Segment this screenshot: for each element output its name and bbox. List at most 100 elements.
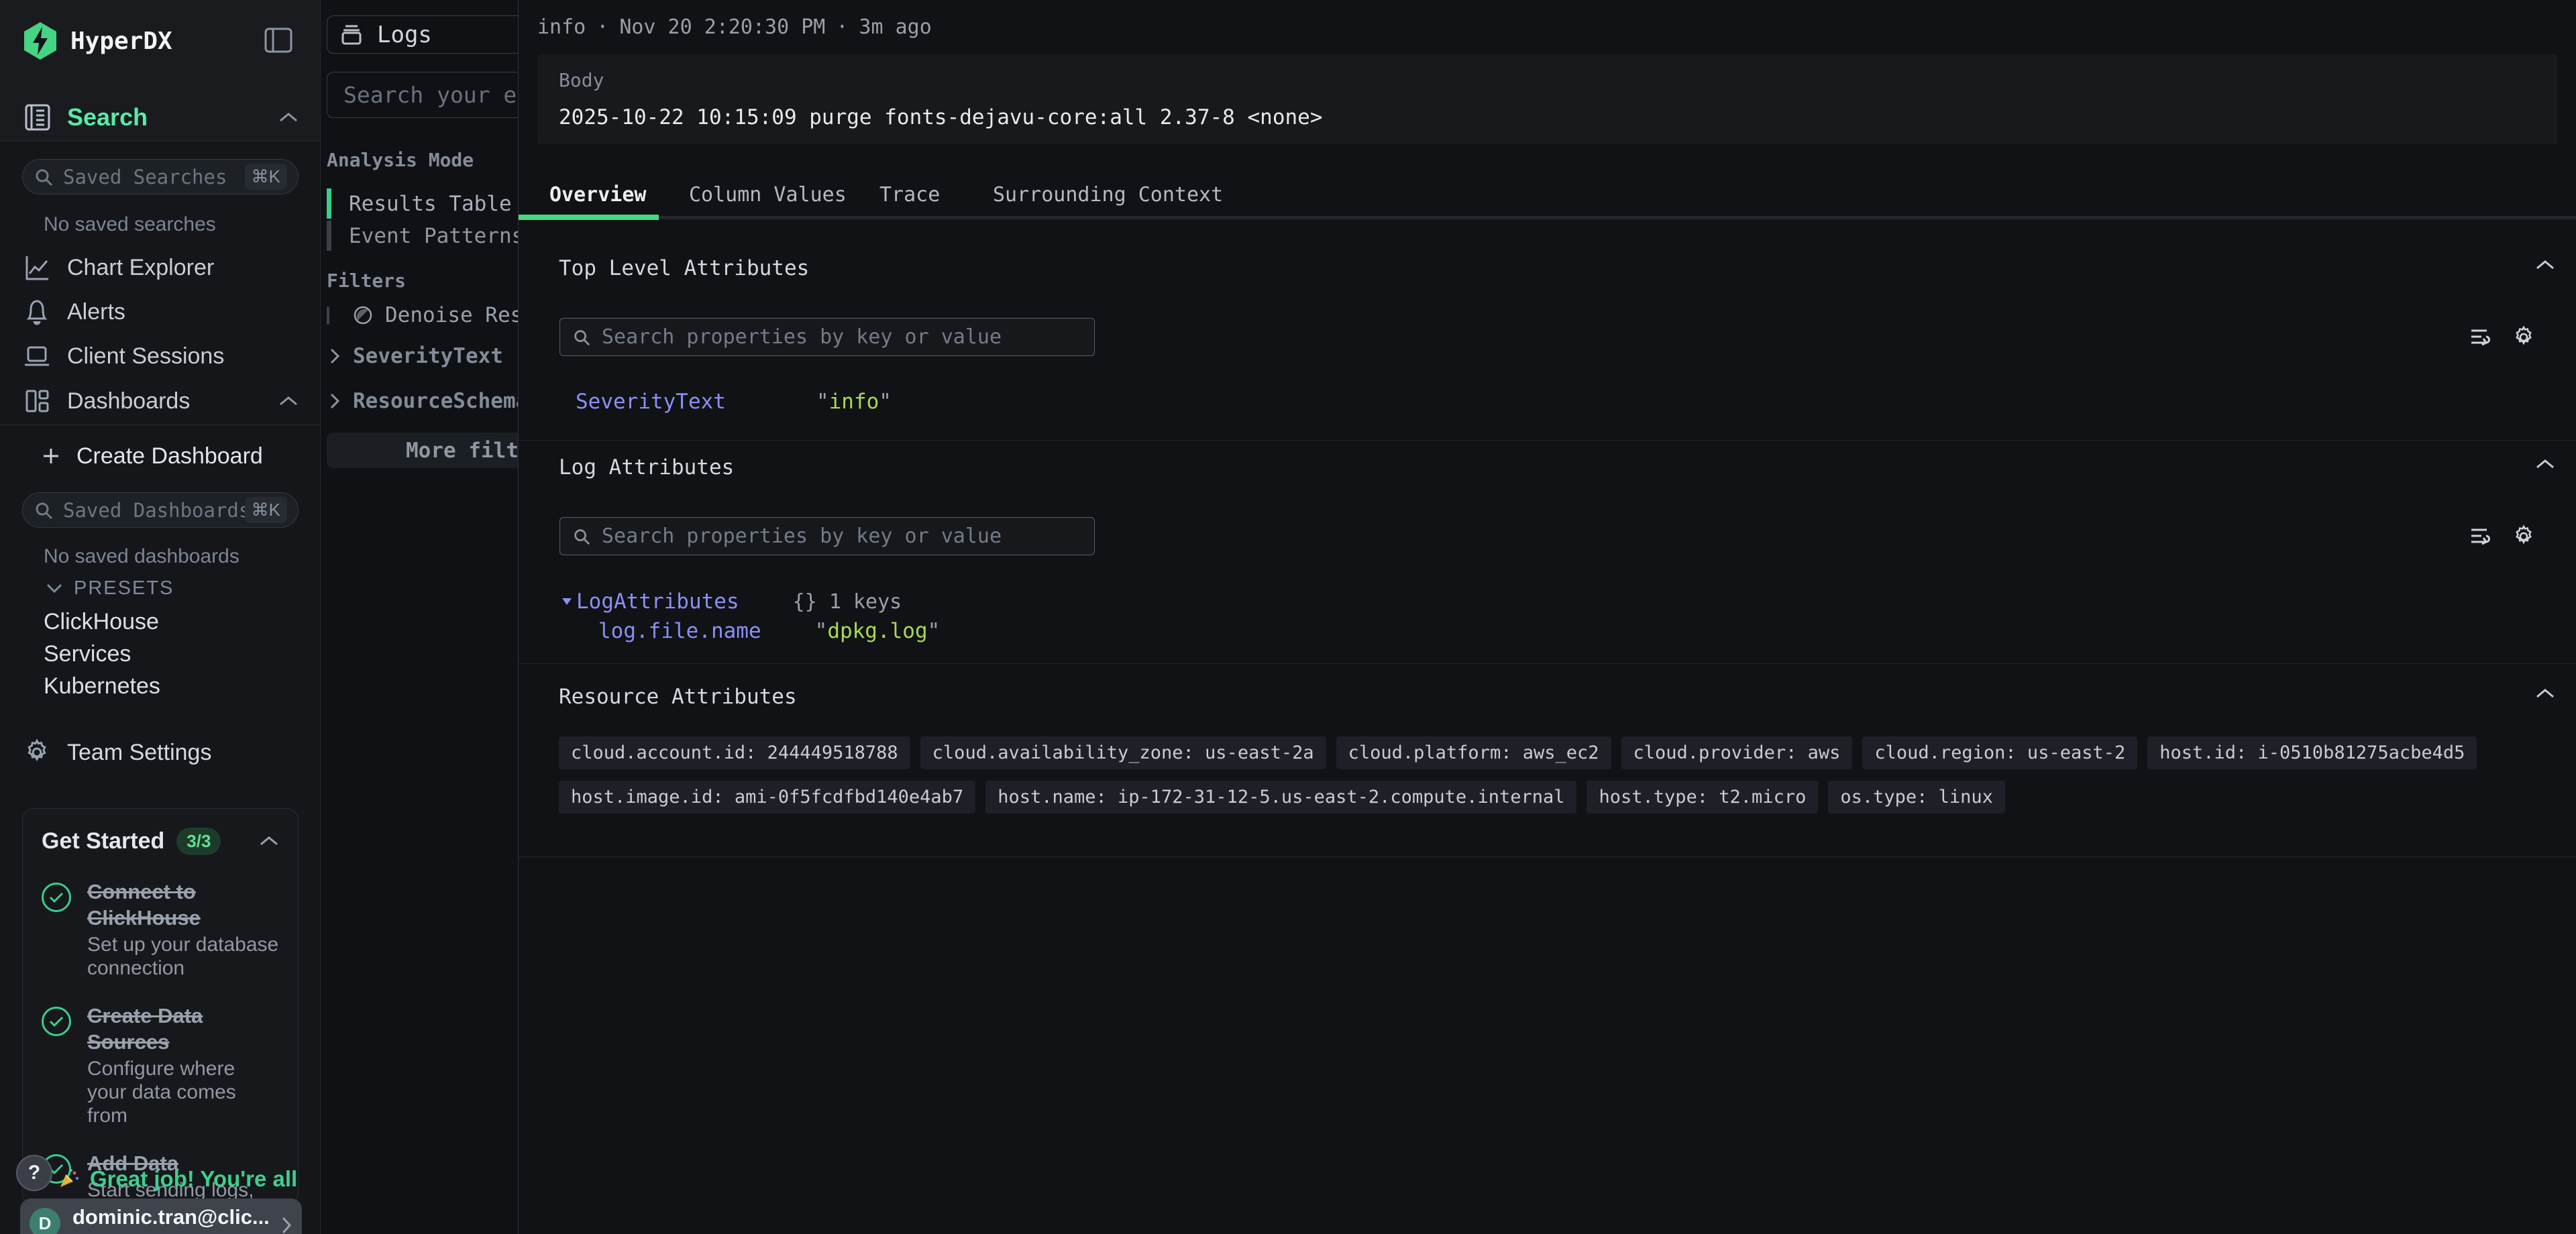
laptop-icon — [22, 341, 52, 371]
analysis-mode-label: Analysis Mode — [327, 149, 474, 171]
dashboards-icon — [22, 386, 52, 416]
attribute-row[interactable]: SeverityText " info " — [576, 388, 892, 416]
search-icon — [34, 167, 54, 187]
preset-item-services[interactable]: Services — [44, 641, 131, 667]
section-title-resource-attributes: Resource Attributes — [559, 685, 797, 709]
chevron-right-icon — [280, 1216, 292, 1234]
congrats-message: Great job! You're all — [56, 1164, 297, 1194]
analysis-mode-results-table[interactable]: Results Table — [327, 188, 518, 219]
presets-toggle[interactable]: PRESETS — [46, 577, 174, 600]
get-started-progress-badge: 3/3 — [176, 828, 221, 855]
step-title: Connect to ClickHouse — [87, 879, 279, 931]
sidebar-collapse-icon[interactable] — [264, 27, 293, 54]
filter-group-severitytext[interactable]: SeverityText — [329, 342, 503, 370]
team-settings-label: Team Settings — [67, 740, 211, 766]
create-dashboard-button[interactable]: Create Dashboard — [42, 441, 263, 471]
create-dashboard-label: Create Dashboard — [76, 443, 263, 469]
prop-search-placeholder: Search properties by key or value — [602, 524, 1002, 548]
resource-tag[interactable]: host.image.id: ami-0f5fcdfbd140e4ab7 — [559, 781, 975, 814]
body-text: 2025-10-22 10:15:09 purge fonts-dejavu-c… — [559, 105, 1322, 129]
analysis-mode-event-patterns[interactable]: Event Patterns — [327, 221, 518, 251]
help-button[interactable]: ? — [16, 1155, 52, 1191]
saved-searches-input[interactable]: Saved Searches ⌘K — [22, 159, 299, 194]
help-label: ? — [28, 1162, 40, 1184]
app-logo[interactable]: HyperDX — [22, 21, 172, 60]
search-filter-panel: Logs Search your events... Analysis Mode… — [321, 0, 518, 1234]
gear-icon[interactable] — [2511, 524, 2536, 549]
sidebar-item-alerts[interactable]: Alerts — [22, 295, 299, 329]
dot-separator: · — [596, 15, 608, 39]
section-title-top-level: Top Level Attributes — [559, 256, 809, 280]
chevron-up-icon[interactable] — [278, 111, 299, 123]
presets-label: PRESETS — [74, 577, 174, 600]
sidebar: HyperDX — [0, 0, 321, 1234]
sidebar-header: HyperDX — [0, 0, 320, 142]
more-filters-button[interactable]: More filters — [327, 433, 518, 468]
chevron-up-icon[interactable] — [2535, 458, 2555, 470]
app-title: HyperDX — [70, 27, 172, 55]
get-started-step-connect[interactable]: Connect to ClickHouse Set up your databa… — [42, 879, 279, 980]
saved-dashboards-input[interactable]: Saved Dashboards ⌘K — [22, 492, 299, 528]
search-page-icon — [22, 102, 53, 133]
chevron-up-icon[interactable] — [259, 835, 279, 847]
events-search-placeholder: Search your events... — [343, 82, 518, 108]
events-search-input[interactable]: Search your events... — [327, 72, 518, 118]
filter-group-resourceschemaurl[interactable]: ResourceSchemaUrl — [329, 387, 518, 415]
tab-column-values[interactable]: Column Values — [689, 181, 847, 209]
preset-item-clickhouse[interactable]: ClickHouse — [44, 609, 159, 635]
attribute-tree-root[interactable]: LogAttributes {} 1 keys — [561, 587, 902, 616]
resource-tag[interactable]: cloud.platform: aws_ec2 — [1336, 736, 1611, 769]
chevron-right-icon — [329, 347, 341, 365]
user-menu[interactable]: D dominic.tran@clic... dominic.tran@clic… — [20, 1198, 302, 1234]
triangle-down-icon[interactable] — [561, 598, 572, 606]
avatar: D — [30, 1208, 60, 1234]
attribute-root-key: LogAttributes — [576, 590, 739, 614]
event-detail-panel: info · Nov 20 2:20:30 PM · 3m ago Body 2… — [518, 0, 2576, 1234]
section-toolbar — [2468, 524, 2536, 549]
chevron-up-icon[interactable] — [2535, 687, 2555, 699]
resource-tag[interactable]: cloud.region: us-east-2 — [1862, 736, 2137, 769]
section-divider — [519, 440, 2576, 441]
gear-icon — [22, 738, 52, 767]
resource-tag[interactable]: host.type: t2.micro — [1587, 781, 1818, 814]
prop-search-placeholder: Search properties by key or value — [602, 325, 1002, 349]
bell-icon — [22, 297, 52, 327]
attribute-row[interactable]: log.file.name " dpkg.log " — [598, 617, 940, 645]
resource-tag[interactable]: cloud.account.id: 244449518788 — [559, 736, 910, 769]
gear-icon[interactable] — [2511, 325, 2536, 350]
resource-tag[interactable]: host.name: ip-172-31-12-5.us-east-2.comp… — [985, 781, 1576, 814]
resource-tag[interactable]: cloud.availability_zone: us-east-2a — [920, 736, 1326, 769]
resource-tag[interactable]: host.id: i-0510b81275acbe4d5 — [2147, 736, 2477, 769]
chevron-right-icon — [329, 392, 341, 410]
wrap-lines-icon[interactable] — [2468, 325, 2493, 350]
sidebar-item-dashboards[interactable]: Dashboards — [22, 384, 299, 418]
attribute-value: dpkg.log — [827, 619, 927, 643]
hyperdx-logo-icon — [22, 21, 58, 60]
no-saved-dashboards-note: No saved dashboards — [44, 545, 239, 568]
section-divider — [519, 663, 2576, 664]
search-icon — [572, 527, 591, 546]
user-name: dominic.tran@clic... — [72, 1205, 280, 1229]
resource-tag[interactable]: cloud.provider: aws — [1621, 736, 1853, 769]
chevron-up-icon[interactable] — [278, 395, 299, 407]
sidebar-item-team-settings[interactable]: Team Settings — [22, 736, 211, 769]
resource-tag[interactable]: os.type: linux — [1828, 781, 2005, 814]
source-select-button[interactable]: Logs — [327, 15, 518, 54]
tab-overview[interactable]: Overview — [549, 181, 647, 209]
denoise-results-filter[interactable]: Denoise Results — [327, 302, 518, 329]
sidebar-item-search[interactable]: Search — [22, 101, 299, 134]
get-started-step-sources[interactable]: Create Data Sources Configure where your… — [42, 1003, 279, 1127]
wrap-lines-icon[interactable] — [2468, 524, 2493, 549]
preset-item-kubernetes[interactable]: Kubernetes — [44, 673, 160, 699]
resource-tags: cloud.account.id: 244449518788 cloud.ava… — [559, 736, 2544, 814]
sidebar-item-chart-explorer[interactable]: Chart Explorer — [22, 251, 299, 284]
sidebar-item-client-sessions[interactable]: Client Sessions — [22, 339, 299, 373]
tab-trace[interactable]: Trace — [879, 181, 940, 209]
denoise-checkbox[interactable] — [327, 306, 329, 325]
top-level-search-input[interactable]: Search properties by key or value — [559, 318, 1095, 356]
log-attrs-search-input[interactable]: Search properties by key or value — [559, 517, 1095, 555]
check-circle-icon — [42, 883, 71, 912]
tab-surrounding-context[interactable]: Surrounding Context — [993, 181, 1223, 209]
denoise-icon — [353, 305, 373, 325]
chevron-up-icon[interactable] — [2535, 259, 2555, 271]
